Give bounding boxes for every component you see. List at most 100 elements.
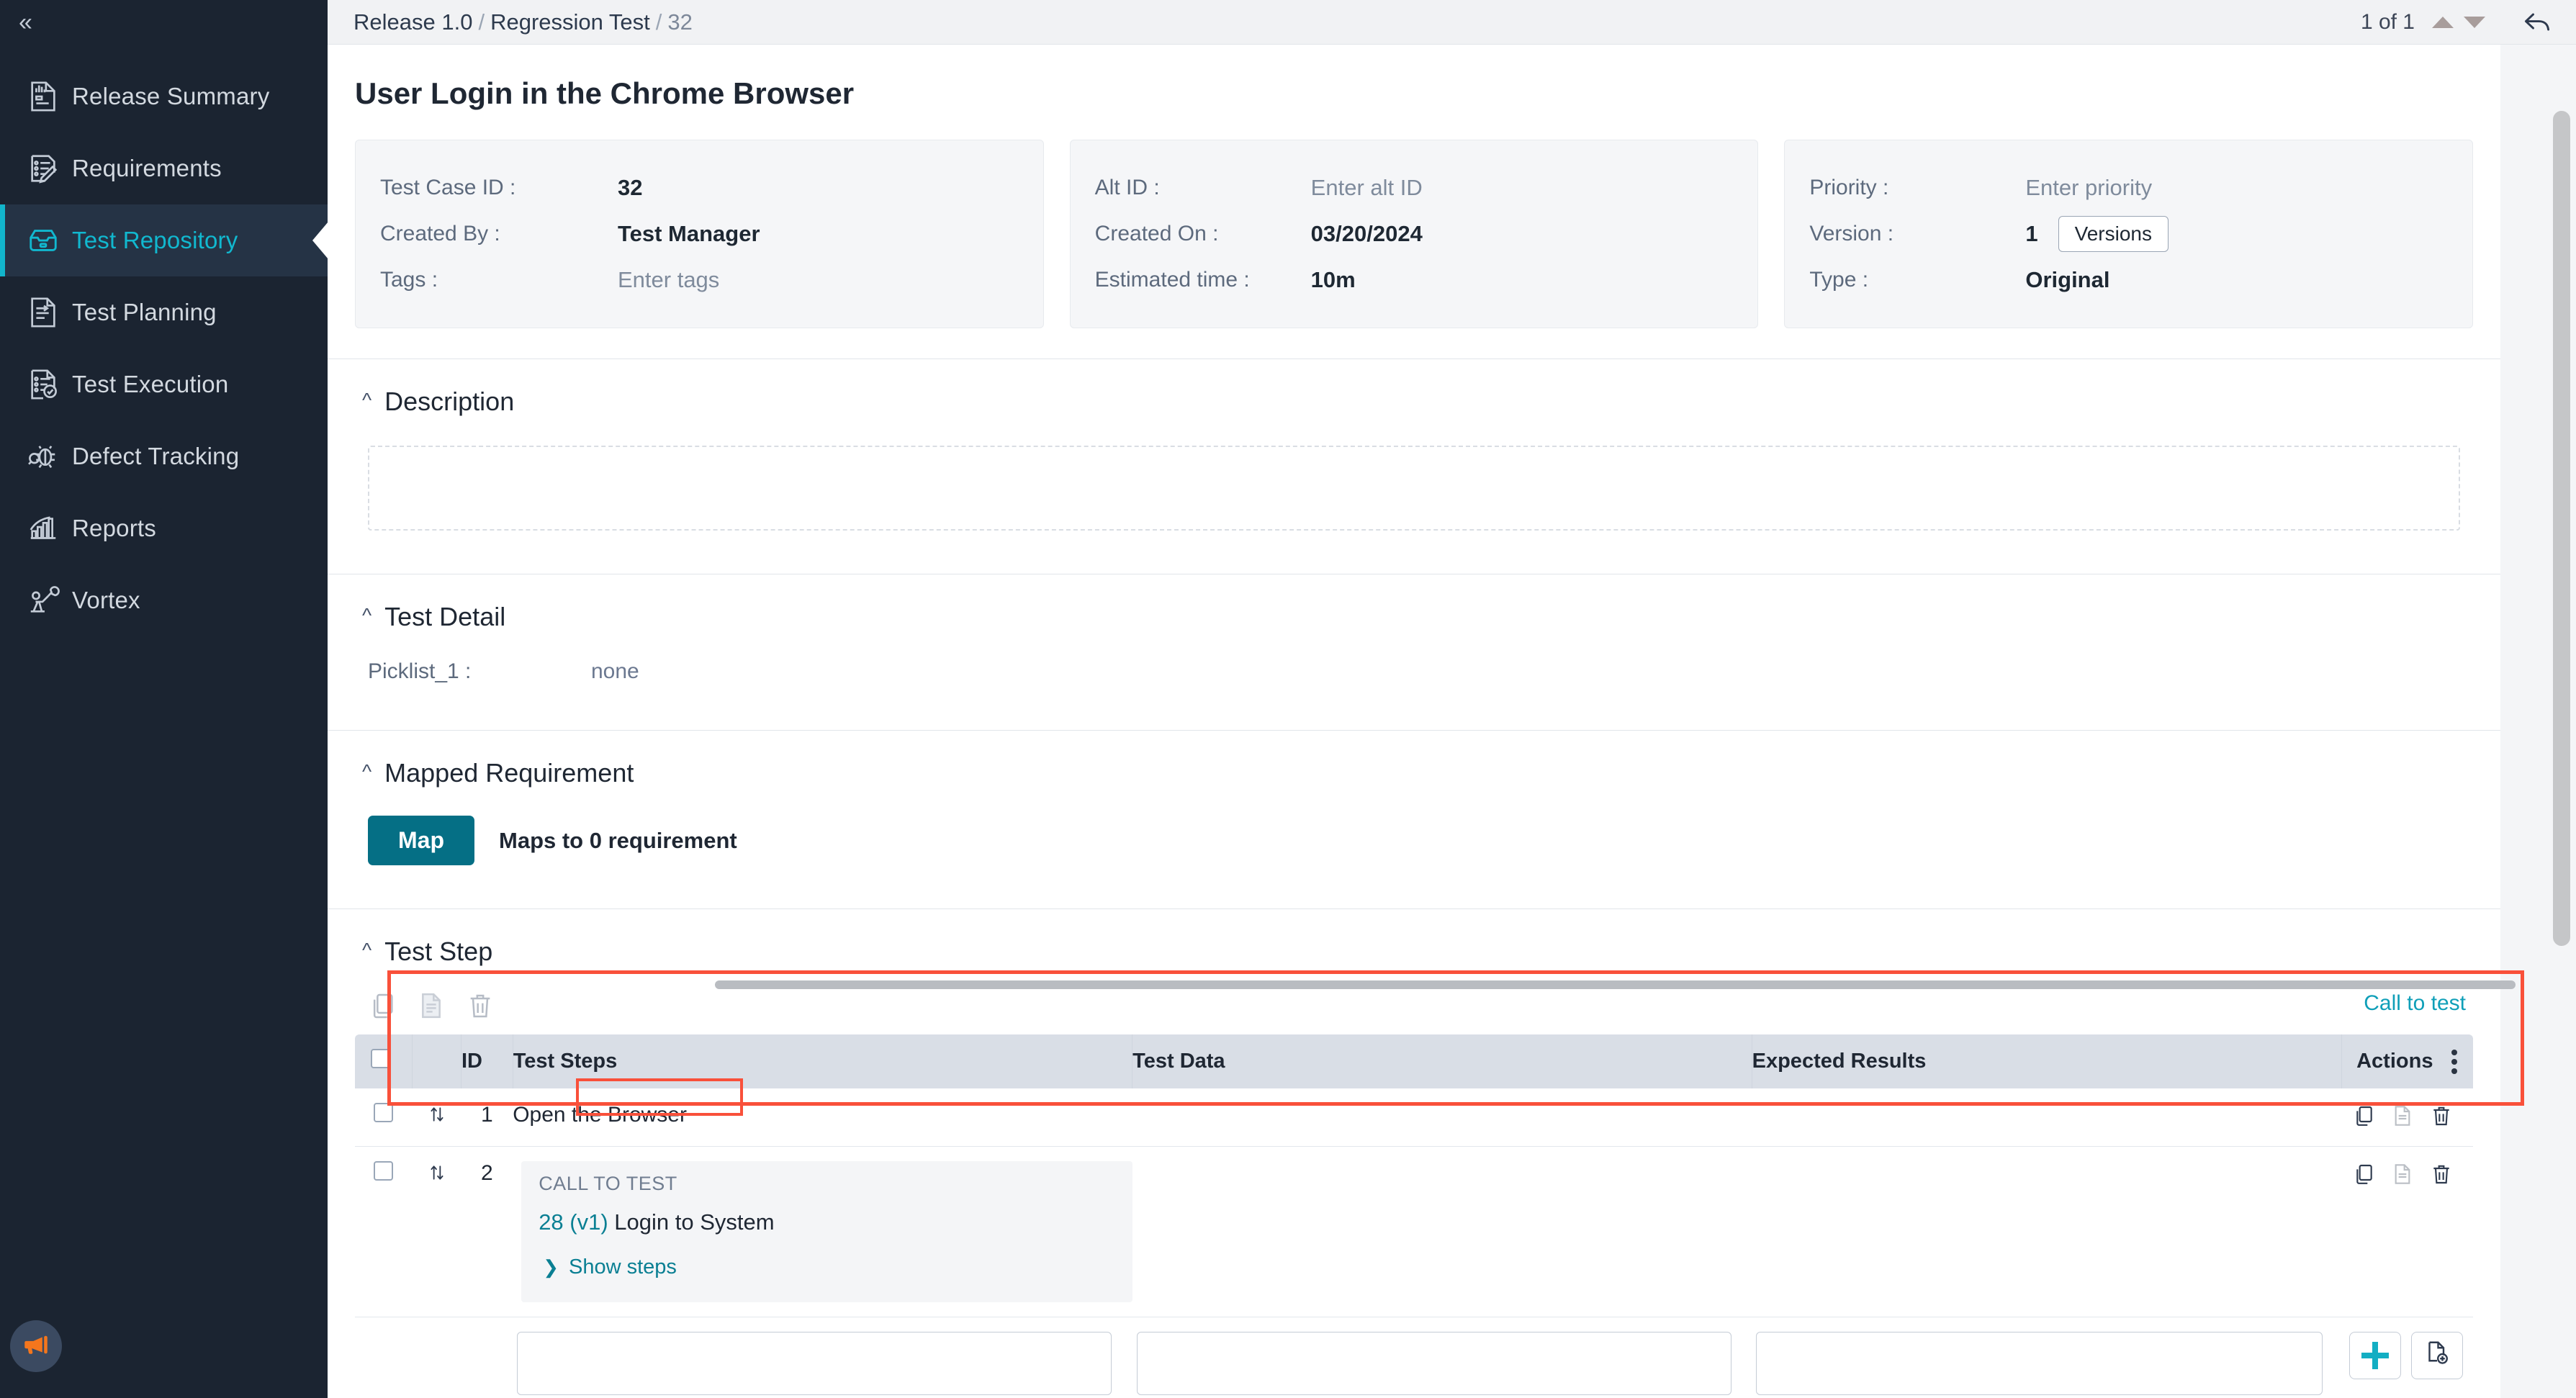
- row-test-data[interactable]: [1132, 1088, 1752, 1147]
- sidebar-item-vortex[interactable]: Vortex: [0, 564, 328, 636]
- row-checkbox[interactable]: [374, 1103, 394, 1122]
- breadcrumb-release[interactable]: Release 1.0: [353, 9, 472, 35]
- paste-icon[interactable]: [417, 990, 446, 1022]
- priority-input[interactable]: Enter priority: [2025, 175, 2152, 201]
- section-title: Description: [384, 387, 515, 416]
- add-step-button[interactable]: [2348, 1332, 2401, 1379]
- breadcrumb-folder[interactable]: Regression Test: [490, 9, 650, 35]
- copy-icon[interactable]: [368, 990, 397, 1022]
- kebab-menu-icon[interactable]: [2451, 1049, 2458, 1074]
- row-expected-results[interactable]: [1752, 1088, 2342, 1147]
- add-step-from-template-button[interactable]: [2410, 1332, 2463, 1379]
- drag-handle-icon[interactable]: [428, 1161, 446, 1184]
- field-label: Alt ID :: [1094, 176, 1160, 199]
- sidebar-collapse-row: «: [0, 0, 328, 45]
- drag-handle-icon[interactable]: [428, 1103, 446, 1126]
- column-header-test-steps: Test Steps: [513, 1034, 1133, 1088]
- field-label: Created By :: [380, 222, 500, 245]
- section-description-header[interactable]: ^ Description: [355, 359, 2473, 431]
- info-cards: Test Case ID : 32 Created By : Test Mana…: [328, 140, 2500, 328]
- section-title: Test Detail: [384, 602, 506, 631]
- delete-icon[interactable]: [466, 990, 495, 1022]
- sidebar-item-reports[interactable]: Reports: [0, 492, 328, 564]
- row-drag-cell: [412, 1088, 461, 1147]
- active-indicator-arrow: [312, 222, 328, 259]
- row-copy-icon[interactable]: [2352, 1161, 2375, 1187]
- card-meta: Priority : Enter priority Version : 1 Ve…: [1784, 140, 2474, 328]
- picklist-1-select[interactable]: none: [591, 659, 639, 684]
- new-test-step-input[interactable]: [517, 1332, 1112, 1395]
- row-delete-icon[interactable]: [2430, 1161, 2453, 1187]
- table-header-row: ID Test Steps Test Data Expected Results…: [355, 1034, 2473, 1088]
- table-horizontal-scrollbar-thumb[interactable]: [715, 980, 2516, 989]
- section-test-detail-header[interactable]: ^ Test Detail: [355, 574, 2473, 646]
- sidebar-item-test-planning[interactable]: Test Planning: [0, 276, 328, 348]
- sidebar-item-label: Defect Tracking: [72, 443, 240, 469]
- sidebar-item-label: Reports: [72, 515, 156, 541]
- sidebar-item-label: Release Summary: [72, 83, 270, 109]
- breadcrumb-separator: /: [478, 9, 485, 35]
- field-value: 03/20/2024: [1310, 221, 1423, 246]
- page-title: User Login in the Chrome Browser: [355, 76, 855, 110]
- alt-id-input[interactable]: Enter alt ID: [1311, 175, 1423, 201]
- section-mapped-requirement-header[interactable]: ^ Mapped Requirement: [355, 731, 2473, 803]
- map-button[interactable]: Map: [368, 816, 474, 865]
- chevron-up-icon[interactable]: ^: [362, 605, 371, 626]
- row-copy-icon[interactable]: [2352, 1103, 2375, 1129]
- chevron-up-icon[interactable]: ^: [362, 940, 371, 960]
- app-root: « Release Summary Requirements Test Repo…: [0, 0, 2576, 1398]
- new-expected-results-input[interactable]: [1756, 1332, 2323, 1395]
- row-delete-icon[interactable]: [2430, 1103, 2453, 1129]
- chevron-up-icon[interactable]: ^: [362, 762, 371, 782]
- row-paste-icon[interactable]: [2391, 1161, 2414, 1187]
- announcement-button[interactable]: [10, 1320, 62, 1372]
- new-step-drag-cell: [412, 1317, 461, 1398]
- new-step-actions-cell: [2341, 1317, 2473, 1398]
- new-test-data-input[interactable]: [1136, 1332, 1731, 1395]
- called-test-case[interactable]: 28 (v1) Login to System: [539, 1209, 1114, 1235]
- versions-button[interactable]: Versions: [2058, 216, 2169, 252]
- call-to-test-link[interactable]: Call to test: [2364, 991, 2466, 1016]
- section-description: ^ Description: [328, 358, 2500, 531]
- vertical-scrollbar-thumb[interactable]: [2553, 111, 2570, 946]
- call-to-test-block: CALL TO TEST 28 (v1) Login to System ❯ S…: [521, 1161, 1132, 1302]
- release-summary-icon: [14, 80, 72, 113]
- table-row[interactable]: 2 CALL TO TEST 28 (v1) Login to System ❯…: [355, 1146, 2473, 1317]
- back-arrow-icon[interactable]: [2521, 6, 2553, 38]
- sidebar-item-test-execution[interactable]: Test Execution: [0, 348, 328, 420]
- sidebar-item-requirements[interactable]: Requirements: [0, 132, 328, 204]
- description-editor[interactable]: [368, 446, 2460, 531]
- vertical-scrollbar[interactable]: [2553, 49, 2570, 1392]
- select-all-checkbox[interactable]: [371, 1049, 390, 1068]
- row-actions: [2341, 1088, 2473, 1147]
- section-test-step-header[interactable]: ^ Test Step: [355, 909, 2473, 981]
- show-steps-button[interactable]: ❯ Show steps: [539, 1251, 685, 1284]
- chevron-up-icon[interactable]: ^: [362, 390, 371, 410]
- row-test-data[interactable]: [1132, 1146, 1752, 1317]
- sidebar-item-label: Requirements: [72, 155, 222, 181]
- row-test-step[interactable]: Open the Browser: [513, 1088, 1132, 1147]
- field-priority[interactable]: Priority : Enter priority: [1809, 165, 2445, 211]
- triangle-up-icon[interactable]: [2432, 16, 2454, 28]
- triangle-down-icon[interactable]: [2464, 16, 2485, 28]
- table-horizontal-scrollbar[interactable]: [715, 980, 2516, 989]
- field-value: 32: [618, 175, 643, 200]
- row-expected-results[interactable]: [1752, 1146, 2342, 1317]
- sidebar-item-defect-tracking[interactable]: Defect Tracking: [0, 420, 328, 492]
- drag-header: [412, 1034, 461, 1088]
- field-created-on: Created On : 03/20/2024: [1095, 211, 1731, 257]
- field-type: Type : Original: [1809, 257, 2445, 303]
- sidebar-item-test-repository[interactable]: Test Repository: [0, 204, 328, 276]
- field-tags[interactable]: Tags : Enter tags: [380, 257, 1016, 303]
- row-paste-icon[interactable]: [2391, 1103, 2414, 1129]
- breadcrumb-current: 32: [667, 9, 693, 35]
- sidebar-item-release-summary[interactable]: Release Summary: [0, 60, 328, 132]
- table-row[interactable]: 1 Open the Browser: [355, 1088, 2473, 1147]
- row-checkbox[interactable]: [374, 1161, 394, 1181]
- tags-input[interactable]: Enter tags: [618, 267, 719, 293]
- collapse-sidebar-button[interactable]: «: [19, 10, 32, 35]
- new-data-cell: [1132, 1317, 1752, 1398]
- card-dates: Alt ID : Enter alt ID Created On : 03/20…: [1069, 140, 1759, 328]
- pager-text: 1 of 1: [2360, 9, 2415, 34]
- field-alt-id[interactable]: Alt ID : Enter alt ID: [1095, 165, 1731, 211]
